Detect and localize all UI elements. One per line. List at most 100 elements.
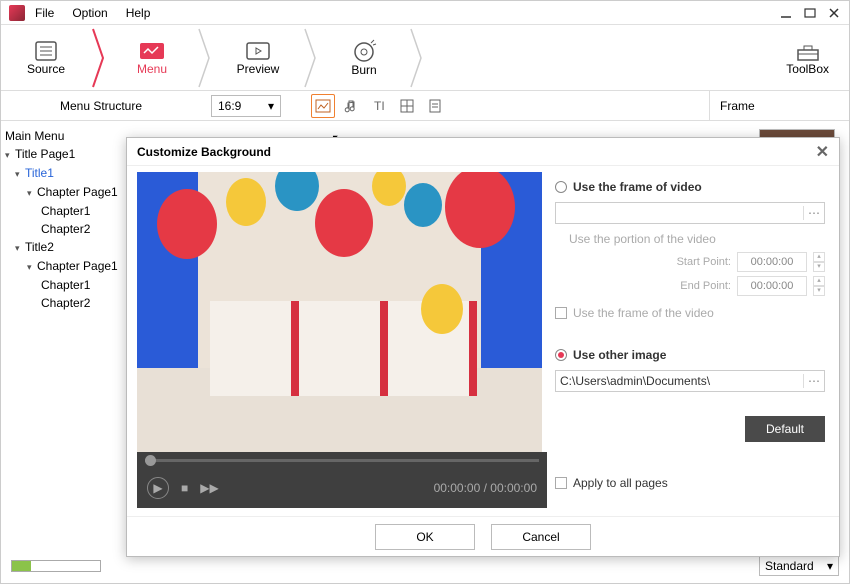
step-preview-label: Preview (237, 62, 280, 76)
burn-icon (351, 39, 377, 63)
step-source-label: Source (27, 62, 65, 76)
seek-bar[interactable] (137, 452, 547, 468)
spin-down[interactable]: ▾ (813, 286, 825, 296)
menu-file[interactable]: File (35, 6, 54, 20)
apply-all-checkbox[interactable]: Apply to all pages (555, 476, 825, 490)
maximize-button[interactable] (803, 6, 817, 20)
disc-usage-bar (11, 560, 101, 572)
next-button[interactable]: ▶▶ (200, 481, 218, 495)
source-icon (33, 40, 59, 62)
use-frame-check-label: Use the frame of the video (573, 306, 714, 320)
video-path-input[interactable]: ⋯ (555, 202, 825, 224)
grid-icon (400, 99, 414, 113)
sub-toolbar: Menu Structure 16:9 ▾ TI ⬉ Frame (1, 91, 849, 121)
dialog-close-button[interactable]: ✕ (816, 142, 829, 162)
menu-option[interactable]: Option (72, 6, 107, 20)
portion-label: Use the portion of the video (569, 232, 825, 246)
tree-chapterpage1a[interactable]: Chapter Page1 (5, 183, 115, 202)
radio-use-image[interactable]: Use other image (555, 348, 825, 362)
stop-button[interactable]: ■ (181, 481, 188, 495)
close-button[interactable] (827, 6, 841, 20)
image-path-input[interactable]: C:\Users\admin\Documents\ ⋯ (555, 370, 825, 392)
spin-up[interactable]: ▴ (813, 276, 825, 286)
dialog-title: Customize Background (137, 145, 271, 159)
radio-use-frame-label: Use the frame of video (573, 180, 702, 194)
tree-titlepage1[interactable]: Title Page1 (5, 145, 115, 164)
chevron-icon (197, 25, 213, 91)
browse-button[interactable]: ⋯ (803, 206, 820, 220)
menu-structure-label: Menu Structure (1, 99, 201, 113)
tree-chapter1a[interactable]: Chapter1 (5, 202, 115, 220)
step-source[interactable]: Source (1, 25, 91, 90)
radio-icon (555, 181, 567, 193)
menu-icon (138, 40, 166, 62)
timecode: 00:00:00 / 00:00:00 (434, 481, 537, 495)
step-toolbox-label: ToolBox (786, 62, 829, 76)
step-menu-label: Menu (137, 62, 167, 76)
tree-chapter1b[interactable]: Chapter1 (5, 276, 115, 294)
start-point-input[interactable]: 00:00:00 (737, 252, 807, 272)
standard-select[interactable]: Standard ▾ (759, 556, 839, 576)
step-toolbox[interactable]: ToolBox (786, 40, 829, 76)
image-icon (315, 99, 331, 113)
default-button[interactable]: Default (745, 416, 825, 442)
video-preview (137, 172, 542, 452)
step-preview[interactable]: Preview (213, 25, 303, 90)
checkbox-icon (555, 477, 567, 489)
play-button[interactable]: ▶ (147, 477, 169, 499)
browse-button[interactable]: ⋯ (803, 374, 820, 388)
radio-icon (555, 349, 567, 361)
use-frame-checkbox[interactable]: Use the frame of the video (555, 306, 825, 320)
menu-help[interactable]: Help (126, 6, 151, 20)
text-button[interactable]: TI (367, 94, 391, 118)
aspect-ratio-value: 16:9 (218, 99, 241, 113)
tree-chapter2b[interactable]: Chapter2 (5, 294, 115, 312)
music-icon (344, 99, 358, 113)
chevron-down-icon: ▾ (827, 559, 833, 573)
frame-panel-label: Frame (709, 91, 849, 120)
grid-button[interactable] (395, 94, 419, 118)
tree-main-menu[interactable]: Main Menu (5, 127, 115, 145)
chevron-down-icon: ▾ (268, 99, 274, 113)
menu-tree[interactable]: Main Menu Title Page1 Title1 Chapter Pag… (1, 121, 119, 561)
svg-text:TI: TI (374, 99, 385, 113)
text-icon: TI (372, 99, 386, 113)
radio-use-image-label: Use other image (573, 348, 666, 362)
start-point-label: Start Point: (677, 256, 731, 268)
ok-button[interactable]: OK (375, 524, 475, 550)
chevron-icon (303, 25, 319, 91)
apply-all-label: Apply to all pages (573, 476, 668, 490)
spin-down[interactable]: ▾ (813, 262, 825, 272)
app-icon (9, 5, 25, 21)
minimize-button[interactable] (779, 6, 793, 20)
tree-title1[interactable]: Title1 (5, 164, 115, 183)
step-burn-label: Burn (351, 63, 376, 77)
chevron-icon (91, 25, 107, 91)
tree-title2[interactable]: Title2 (5, 238, 115, 257)
tree-chapterpage1b[interactable]: Chapter Page1 (5, 257, 115, 276)
steps-toolbar: Source Menu Preview Burn ToolBox (1, 25, 849, 91)
cancel-button[interactable]: Cancel (491, 524, 591, 550)
end-point-input[interactable]: 00:00:00 (737, 276, 807, 296)
spin-up[interactable]: ▴ (813, 252, 825, 262)
music-button[interactable] (339, 94, 363, 118)
background-image-button[interactable] (311, 94, 335, 118)
step-burn[interactable]: Burn (319, 25, 409, 90)
aspect-ratio-select[interactable]: 16:9 ▾ (211, 95, 281, 117)
titlebar: File Option Help (1, 1, 849, 25)
document-button[interactable] (423, 94, 447, 118)
dialog-header: Customize Background ✕ (127, 138, 839, 166)
standard-value: Standard (765, 559, 814, 573)
customize-background-dialog: Customize Background ✕ (126, 137, 840, 557)
image-path-value: C:\Users\admin\Documents\ (560, 374, 803, 388)
tree-chapter2a[interactable]: Chapter2 (5, 220, 115, 238)
dialog-footer: OK Cancel (127, 516, 839, 556)
preview-pane: ▶ ■ ▶▶ 00:00:00 / 00:00:00 (127, 166, 547, 516)
options-pane: Use the frame of video ⋯ Use the portion… (547, 166, 839, 516)
checkbox-icon (555, 307, 567, 319)
step-menu[interactable]: Menu (107, 25, 197, 90)
radio-use-frame[interactable]: Use the frame of video (555, 180, 825, 194)
toolbox-icon (794, 40, 822, 62)
chevron-icon (409, 25, 425, 91)
preview-icon (244, 40, 272, 62)
